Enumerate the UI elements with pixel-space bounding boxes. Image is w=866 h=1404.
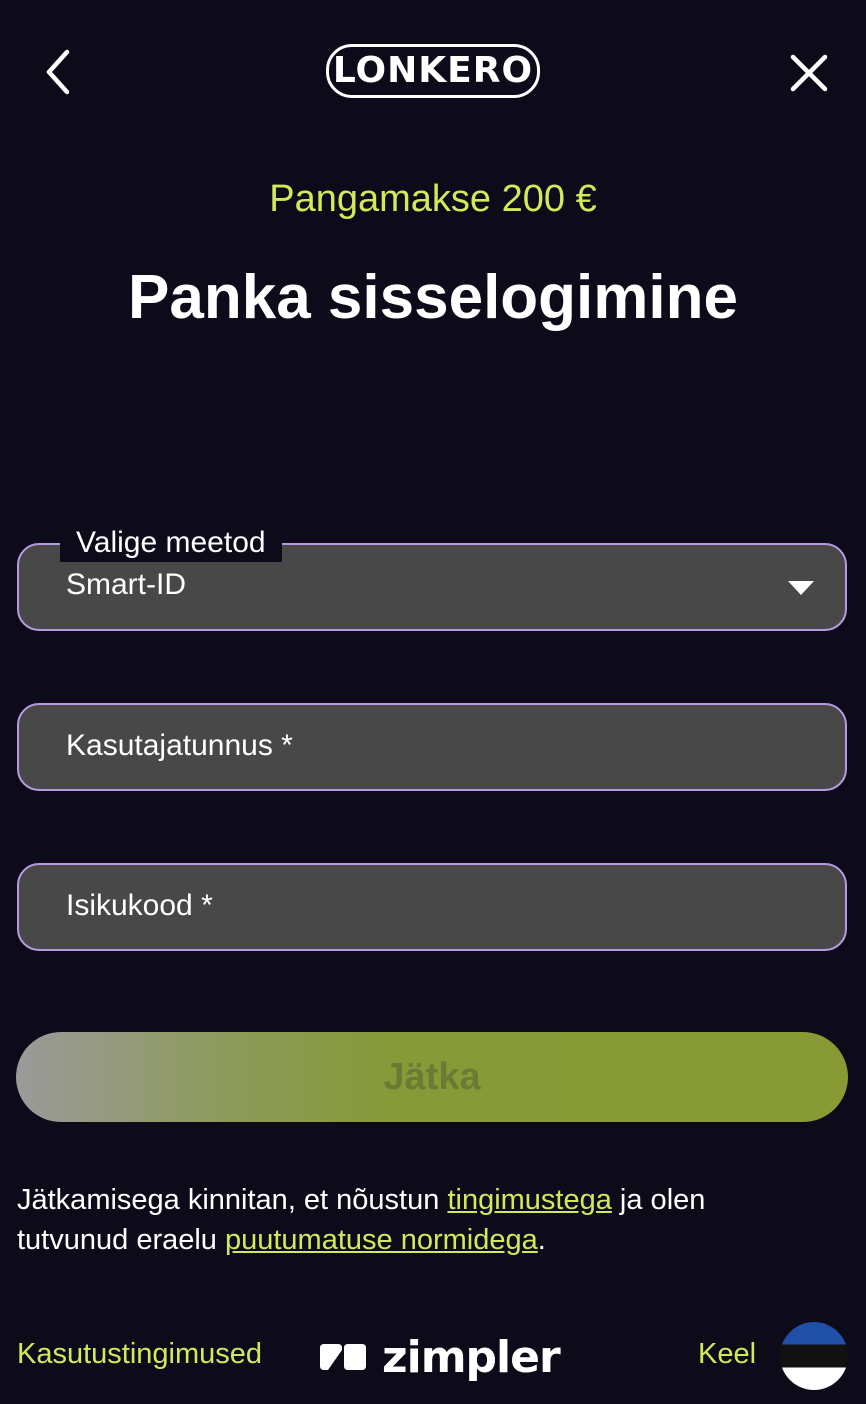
close-icon (790, 54, 828, 92)
continue-button[interactable]: Jätka (16, 1032, 848, 1122)
method-label: Valige meetod (60, 524, 282, 562)
privacy-link[interactable]: puutumatuse normidega (225, 1224, 538, 1256)
page-title: Panka sisselogimine (128, 263, 738, 332)
back-button[interactable] (30, 44, 86, 100)
username-placeholder: Kasutajatunnus * (66, 729, 293, 762)
brand-logo: LONKERO (326, 44, 540, 98)
zimpler-mark-icon (320, 1344, 366, 1370)
logo-text: LONKERO (332, 50, 534, 91)
personal-code-placeholder: Isikukood * (66, 889, 213, 922)
payment-amount: Pangamakse 200 € (269, 178, 597, 220)
close-button[interactable] (780, 44, 838, 102)
language-label[interactable]: Keel (698, 1338, 756, 1371)
terms-text-3: . (537, 1224, 546, 1256)
chevron-left-icon (46, 49, 70, 95)
estonian-flag-icon[interactable] (780, 1322, 848, 1390)
terms-notice: Jätkamisega kinnitan, et nõustun tingimu… (17, 1180, 817, 1260)
terms-link[interactable]: tingimustega (447, 1184, 611, 1216)
method-value: Smart-ID (66, 568, 186, 601)
terms-of-use-link[interactable]: Kasutustingimused (17, 1338, 262, 1371)
zimpler-logo: zimpler (318, 1330, 561, 1384)
caret-down-icon[interactable] (788, 581, 814, 595)
zimpler-wordmark: zimpler (382, 1331, 561, 1383)
terms-text-1: Jätkamisega kinnitan, et nõustun (17, 1184, 448, 1216)
